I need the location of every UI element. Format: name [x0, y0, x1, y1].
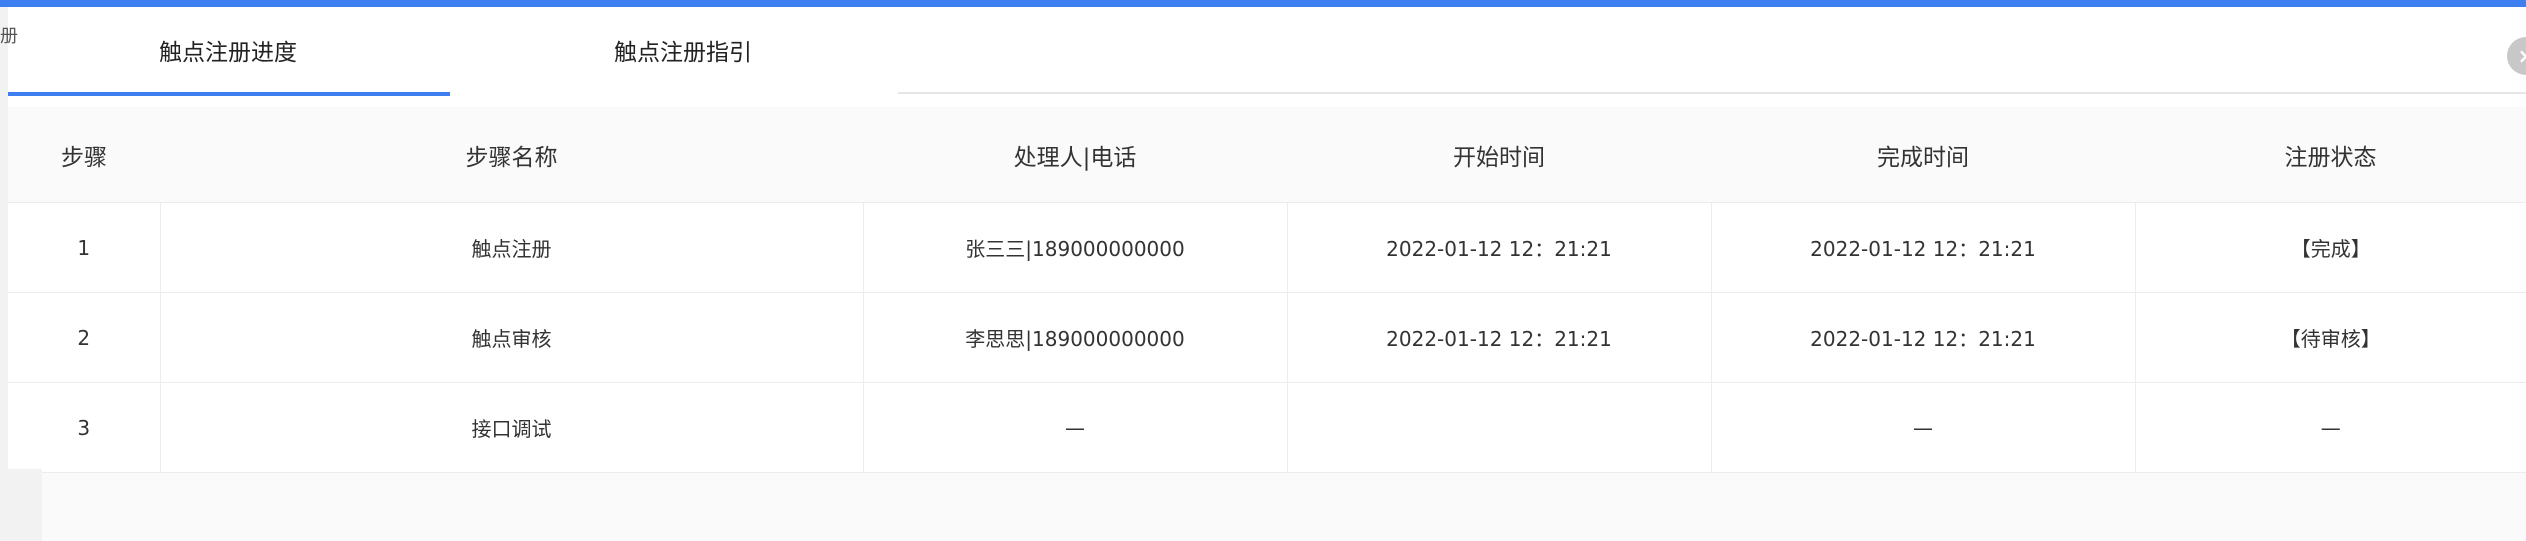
cell-step-name: 触点审核 [160, 292, 864, 383]
cell-status: 【完成】 [2135, 202, 2526, 293]
cell-finish-time: — [1711, 382, 2136, 473]
cell-finish-time: 2022-01-12 12：21:21 [1711, 292, 2136, 383]
cell-handler-phone: 张三三|189000000000 [863, 202, 1288, 293]
cell-start-time: 2022-01-12 12：21:21 [1287, 292, 1712, 383]
top-accent-bar [0, 0, 2526, 7]
cell-step: 1 [8, 202, 161, 293]
table-container: 步骤 步骤名称 处理人|电话 开始时间 完成时间 注册状态 1 触点注册 张三三… [8, 107, 2526, 541]
table-row: 3 接口调试 — — — [8, 382, 2526, 473]
registration-steps-table: 步骤 步骤名称 处理人|电话 开始时间 完成时间 注册状态 1 触点注册 张三三… [8, 107, 2526, 473]
cell-status: 【待审核】 [2135, 292, 2526, 383]
header-step: 步骤 [8, 107, 160, 203]
left-gutter [8, 469, 42, 541]
header-finish-time: 完成时间 [1711, 107, 2135, 203]
cell-step: 2 [8, 292, 161, 383]
tab-divider [898, 92, 2526, 94]
header-step-name: 步骤名称 [160, 107, 863, 203]
tab-bar: 触点注册进度 触点注册指引 [8, 7, 2526, 96]
cell-finish-time: 2022-01-12 12：21:21 [1711, 202, 2136, 293]
cell-handler-phone: — [863, 382, 1288, 473]
active-tab-indicator [8, 92, 450, 96]
header-start-time: 开始时间 [1287, 107, 1711, 203]
cell-status: — [2135, 382, 2526, 473]
cell-step-name: 触点注册 [160, 202, 864, 293]
cell-start-time [1287, 382, 1712, 473]
cell-step-name: 接口调试 [160, 382, 864, 473]
tab-registration-progress[interactable]: 触点注册进度 [8, 7, 448, 93]
table-row: 1 触点注册 张三三|189000000000 2022-01-12 12：21… [8, 202, 2526, 293]
registration-panel: 触点注册进度 触点注册指引 × 步骤 步骤名称 处理人|电话 开始时间 完成时间… [8, 7, 2526, 541]
tab-registration-guide[interactable]: 触点注册指引 [463, 7, 903, 93]
cell-step: 3 [8, 382, 161, 473]
header-status: 注册状态 [2135, 107, 2526, 203]
table-row: 2 触点审核 李思思|189000000000 2022-01-12 12：21… [8, 292, 2526, 383]
edge-label: 册 [0, 26, 18, 47]
cell-start-time: 2022-01-12 12：21:21 [1287, 202, 1712, 293]
table-header-row: 步骤 步骤名称 处理人|电话 开始时间 完成时间 注册状态 [8, 107, 2526, 203]
cell-handler-phone: 李思思|189000000000 [863, 292, 1288, 383]
header-handler-phone: 处理人|电话 [863, 107, 1287, 203]
